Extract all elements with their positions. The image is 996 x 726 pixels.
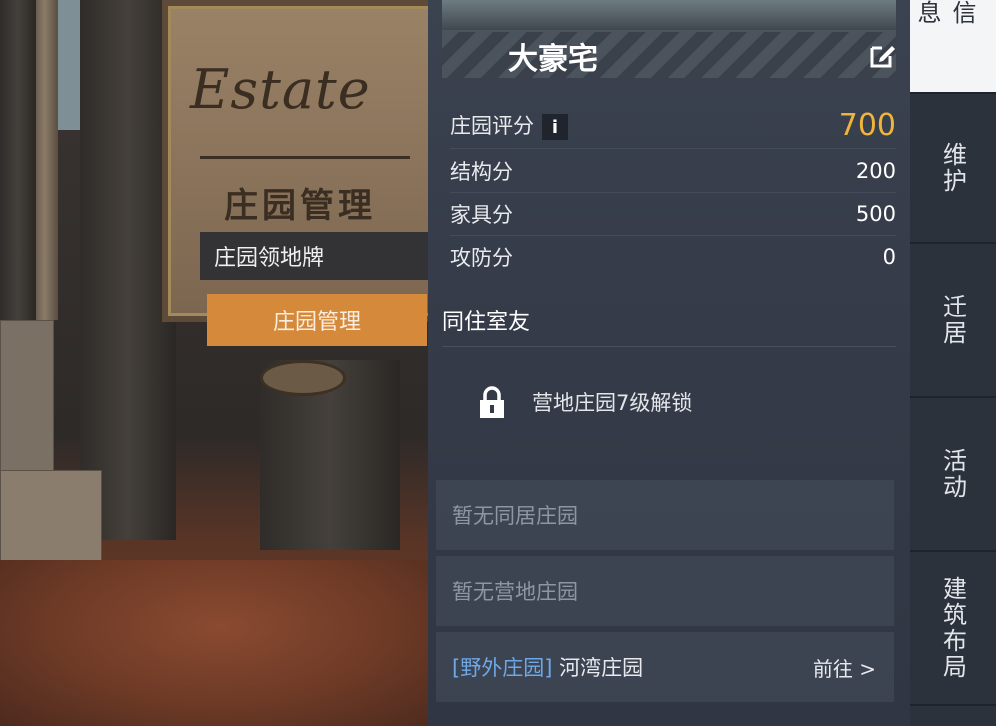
info-icon[interactable]: i [542, 114, 568, 140]
wooden-beam [36, 0, 58, 320]
no-cohabit-estate-card: 暂无同居庄园 [436, 480, 894, 550]
structure-score-label: 结构分 [450, 160, 513, 184]
wild-estate-name: 河湾庄园 [559, 656, 644, 680]
wild-estate-tag: [野外庄园] [452, 656, 553, 680]
roommates-title: 同住室友 [442, 310, 531, 335]
wild-estate-card[interactable]: [野外庄园] 河湾庄园 前往 > [436, 632, 894, 702]
goto-button[interactable]: 前往 > [813, 653, 876, 682]
lock-text: 营地庄园7级解锁 [532, 391, 693, 415]
furniture-score-value: 500 [855, 202, 896, 226]
tab-relocate[interactable]: 迁居 [910, 244, 996, 398]
estate-manage-button[interactable]: 庄园管理 [207, 294, 427, 346]
territory-sign-label: 庄园领地牌 [200, 232, 428, 280]
estate-score-row: 庄园评分 i 700 [450, 102, 896, 149]
wild-estate-info: [野外庄园] 河湾庄园 [452, 652, 643, 682]
tab-activity[interactable]: 活动 [910, 398, 996, 552]
edit-icon[interactable] [868, 40, 896, 70]
round-plaque [260, 360, 346, 396]
estate-score-label-wrap: 庄园评分 i [450, 110, 568, 140]
structure-score-row: 结构分 200 [450, 150, 896, 193]
banner-scenery [442, 0, 896, 30]
tab-building-layout[interactable]: 建筑布局 [910, 552, 996, 706]
locked-slot: 营地庄园7级解锁 [450, 362, 896, 442]
structure-score-value: 200 [855, 159, 896, 183]
side-tab-bar: 信息 维护 迁居 活动 建筑布局 [910, 0, 996, 726]
estate-score-value: 700 [838, 107, 896, 143]
furniture-score-label: 家具分 [450, 203, 513, 227]
dirt-ground [0, 560, 440, 726]
tab-maintenance[interactable]: 维护 [910, 94, 996, 244]
game-scene: Estate 庄园管理 庄园领地牌 庄园管理 [0, 0, 440, 726]
defense-score-label: 攻防分 [450, 246, 513, 270]
lock-icon [480, 386, 504, 418]
sign-underline [200, 156, 410, 159]
tab-info[interactable]: 信息 [910, 0, 996, 94]
estate-banner: 大豪宅 [442, 0, 896, 78]
section-divider [442, 346, 896, 347]
sign-script-text: Estate [190, 58, 371, 121]
estate-score-label: 庄园评分 [450, 114, 534, 138]
defense-score-value: 0 [882, 245, 896, 269]
sign-chinese-text: 庄园管理 [224, 186, 376, 226]
estate-info-panel: 大豪宅 庄园评分 i 700 结构分 200 家具分 500 攻防分 0 同住室友… [428, 0, 910, 726]
defense-score-row: 攻防分 0 [450, 236, 896, 278]
no-camp-estate-card: 暂无营地庄园 [436, 556, 894, 626]
estate-title: 大豪宅 [508, 42, 598, 77]
furniture-score-row: 家具分 500 [450, 193, 896, 236]
